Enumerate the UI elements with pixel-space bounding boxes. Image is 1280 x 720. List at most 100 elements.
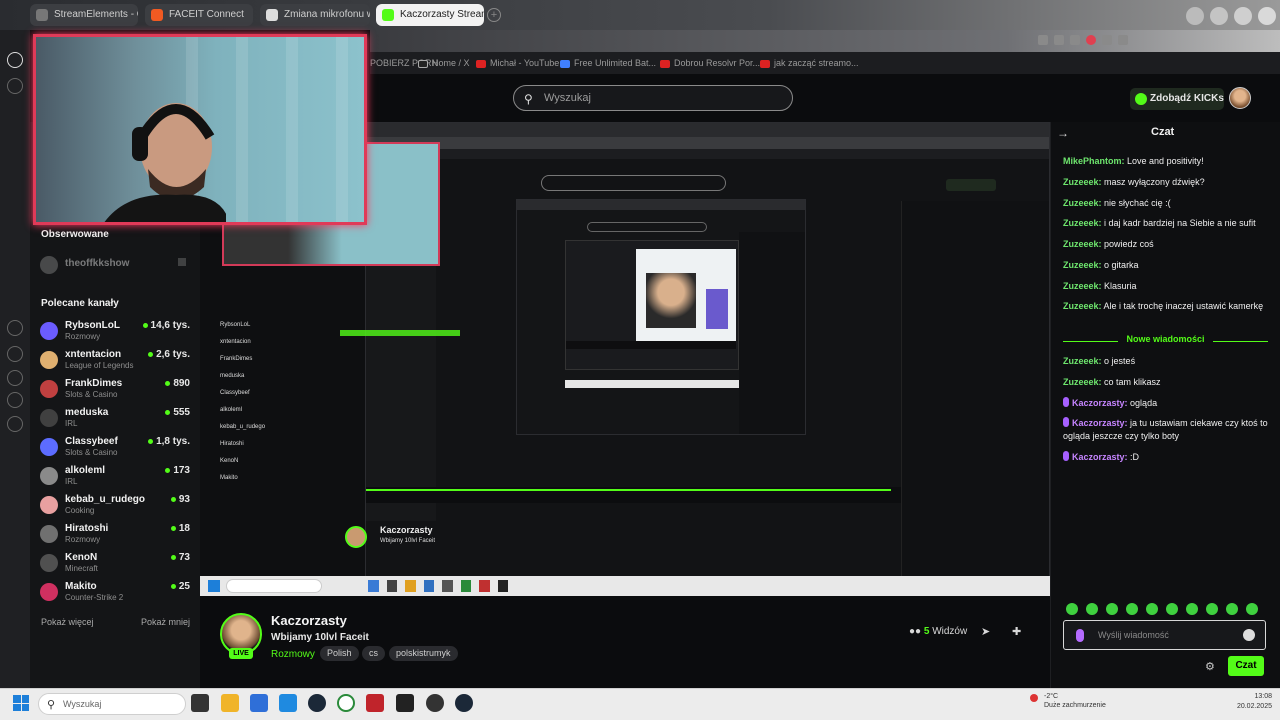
bookmark-favicon xyxy=(560,59,570,68)
emoji-picker-icon[interactable] xyxy=(1243,629,1255,641)
chat-username[interactable]: Zuzeeek xyxy=(1063,218,1099,228)
chat-icon[interactable] xyxy=(7,370,23,386)
browser-tab[interactable]: FACEIT Connect xyxy=(145,4,253,26)
sidebar-channel[interactable]: KenoN Minecraft 73 xyxy=(40,552,190,578)
app-icon[interactable] xyxy=(426,694,444,712)
show-more-link[interactable]: Pokaż więcej xyxy=(41,617,94,627)
maximize-icon[interactable] xyxy=(1234,7,1252,25)
address-bar[interactable] xyxy=(370,30,1280,52)
browser-menu-icon[interactable] xyxy=(1186,7,1204,25)
chat-username[interactable]: Kaczorzasty xyxy=(1072,452,1125,462)
emote-icon[interactable] xyxy=(1206,603,1218,615)
bookmark-item[interactable]: Free Unlimited Bat... xyxy=(560,58,656,68)
chat-username[interactable]: Zuzeeek xyxy=(1063,177,1099,187)
emote-icon[interactable] xyxy=(1086,603,1098,615)
microphone-icon[interactable] xyxy=(1076,629,1084,642)
more-icon[interactable] xyxy=(7,416,23,432)
browser-tab[interactable]: StreamElements - Overl xyxy=(30,4,138,26)
emote-icon[interactable] xyxy=(1146,603,1158,615)
sidebar-channel[interactable]: Hiratoshi Rozmowy 18 xyxy=(40,523,190,549)
chat-username[interactable]: Kaczorzasty xyxy=(1072,418,1125,428)
task-view-icon[interactable] xyxy=(191,694,209,712)
chat-username[interactable]: MikePhantom xyxy=(1063,156,1122,166)
system-clock[interactable]: 13:08 20.02.2025 xyxy=(1227,692,1272,712)
share-icon[interactable]: ➤ xyxy=(981,625,990,638)
chat-message: Zuzeeek: co tam klikasz xyxy=(1063,377,1161,387)
sidebar-channel[interactable]: alkoleml IRL 173 xyxy=(40,465,190,491)
sidebar-channel[interactable]: RybsonLoL Rozmowy 14,6 tys. xyxy=(40,320,190,346)
chat-username[interactable]: Zuzeeek xyxy=(1063,239,1099,249)
download-icon[interactable] xyxy=(7,392,23,408)
emote-icon[interactable] xyxy=(1226,603,1238,615)
store-icon[interactable] xyxy=(250,694,268,712)
get-kicks-button[interactable]: Zdobądź KICKs xyxy=(1130,88,1224,110)
emote-icon[interactable] xyxy=(1246,603,1258,615)
sidebar-channel[interactable]: Makito Counter-Strike 2 25 xyxy=(40,581,190,607)
bookmark-item[interactable]: Dobrou Resolvr Por... xyxy=(660,58,760,68)
extension-icon[interactable] xyxy=(7,78,23,94)
nested-stream-title: Wbijamy 10lvl Faceit xyxy=(380,538,436,544)
streamer-name[interactable]: Kaczorzasty xyxy=(271,613,347,628)
emote-icon[interactable] xyxy=(1126,603,1138,615)
nested-sidebar-list: RybsonLoL xntentacion FrankDimes meduska Cla… xyxy=(220,322,266,481)
chat-username[interactable]: Zuzeeek xyxy=(1063,301,1099,311)
taskbar-search[interactable]: ⚲ Wyszukaj xyxy=(38,693,186,715)
chat-username[interactable]: Zuzeeek xyxy=(1063,281,1099,291)
close-icon[interactable] xyxy=(1258,7,1276,25)
file-explorer-icon[interactable] xyxy=(221,694,239,712)
edge-icon[interactable] xyxy=(279,694,297,712)
bookmark-item[interactable]: jak zacząć streamo... xyxy=(760,58,859,68)
chat-username[interactable]: Zuzeeek xyxy=(1063,377,1099,387)
bookmark-item[interactable]: Michał - YouTube xyxy=(476,58,559,68)
browser-tab-active[interactable]: Kaczorzasty Stream xyxy=(376,4,484,26)
stream-category[interactable]: Rozmowy xyxy=(271,649,315,660)
sidebar-channel[interactable]: FrankDimes Slots & Casino 890 xyxy=(40,378,190,404)
followed-channel[interactable]: theoffkkshow xyxy=(40,254,190,280)
badge-icon xyxy=(1063,417,1069,427)
search-input[interactable]: ⚲ Wyszukaj xyxy=(513,85,793,111)
sidebar-channel[interactable]: meduska IRL 555 xyxy=(40,407,190,433)
avatar xyxy=(40,525,58,543)
stream-title: Wbijamy 10lvl Faceit xyxy=(271,632,369,643)
steam-icon[interactable] xyxy=(308,694,326,712)
bookmark-item[interactable]: Home / X xyxy=(418,58,470,68)
sidebar-channel[interactable]: kebab_u_rudego Cooking 93 xyxy=(40,494,190,520)
show-less-link[interactable]: Pokaż mniej xyxy=(141,617,190,627)
new-tab-button[interactable]: + xyxy=(487,8,501,22)
chat-collapse-icon[interactable]: → xyxy=(1057,126,1069,140)
home-icon[interactable] xyxy=(7,52,23,68)
tag-pill[interactable]: cs xyxy=(362,646,385,661)
sidebar-channel[interactable]: xntentacion League of Legends 2,6 tys. xyxy=(40,349,190,375)
user-avatar[interactable] xyxy=(1229,87,1251,109)
follow-icon[interactable]: ✚ xyxy=(1012,625,1021,638)
emote-icon[interactable] xyxy=(1166,603,1178,615)
obs-icon[interactable] xyxy=(337,694,355,712)
minimize-icon[interactable] xyxy=(1210,7,1228,25)
chat-username[interactable]: Zuzeeek xyxy=(1063,356,1099,366)
faceit-icon[interactable] xyxy=(396,694,414,712)
sidebar-channel[interactable]: Classybeef Slots & Casino 1,8 tys. xyxy=(40,436,190,462)
chat-message-text: :D xyxy=(1130,452,1140,462)
opera-gx-icon[interactable] xyxy=(366,694,384,712)
chat-settings-icon[interactable]: ⚙ xyxy=(1205,660,1215,673)
history-icon[interactable] xyxy=(7,346,23,362)
send-chat-button[interactable]: Czat xyxy=(1228,656,1264,676)
chat-username[interactable]: Kaczorzasty xyxy=(1072,398,1125,408)
steam-icon[interactable] xyxy=(455,694,473,712)
tag-pill[interactable]: Polish xyxy=(320,646,359,661)
weather-widget[interactable]: -2°C Duże zachmurzenie xyxy=(1030,692,1106,710)
browser-tab[interactable]: Zmiana mikrofonu w OS xyxy=(260,4,370,26)
emote-icon[interactable] xyxy=(1106,603,1118,615)
chat-username[interactable]: Zuzeeek xyxy=(1063,198,1099,208)
settings-icon[interactable] xyxy=(7,320,23,336)
emote-icon[interactable] xyxy=(1066,603,1078,615)
emote-icon[interactable] xyxy=(1186,603,1198,615)
viewer-count: ●● 5 Widzów xyxy=(909,626,968,637)
tag-pill[interactable]: polskistrumyk xyxy=(389,646,458,661)
avatar xyxy=(40,583,58,601)
chat-username[interactable]: Zuzeeek xyxy=(1063,260,1099,270)
windows-start-icon[interactable] xyxy=(13,695,29,711)
avatar xyxy=(40,496,58,514)
chat-message-text: ogląda xyxy=(1130,398,1158,408)
chat-input[interactable]: Wyślij wiadomość xyxy=(1063,620,1266,650)
